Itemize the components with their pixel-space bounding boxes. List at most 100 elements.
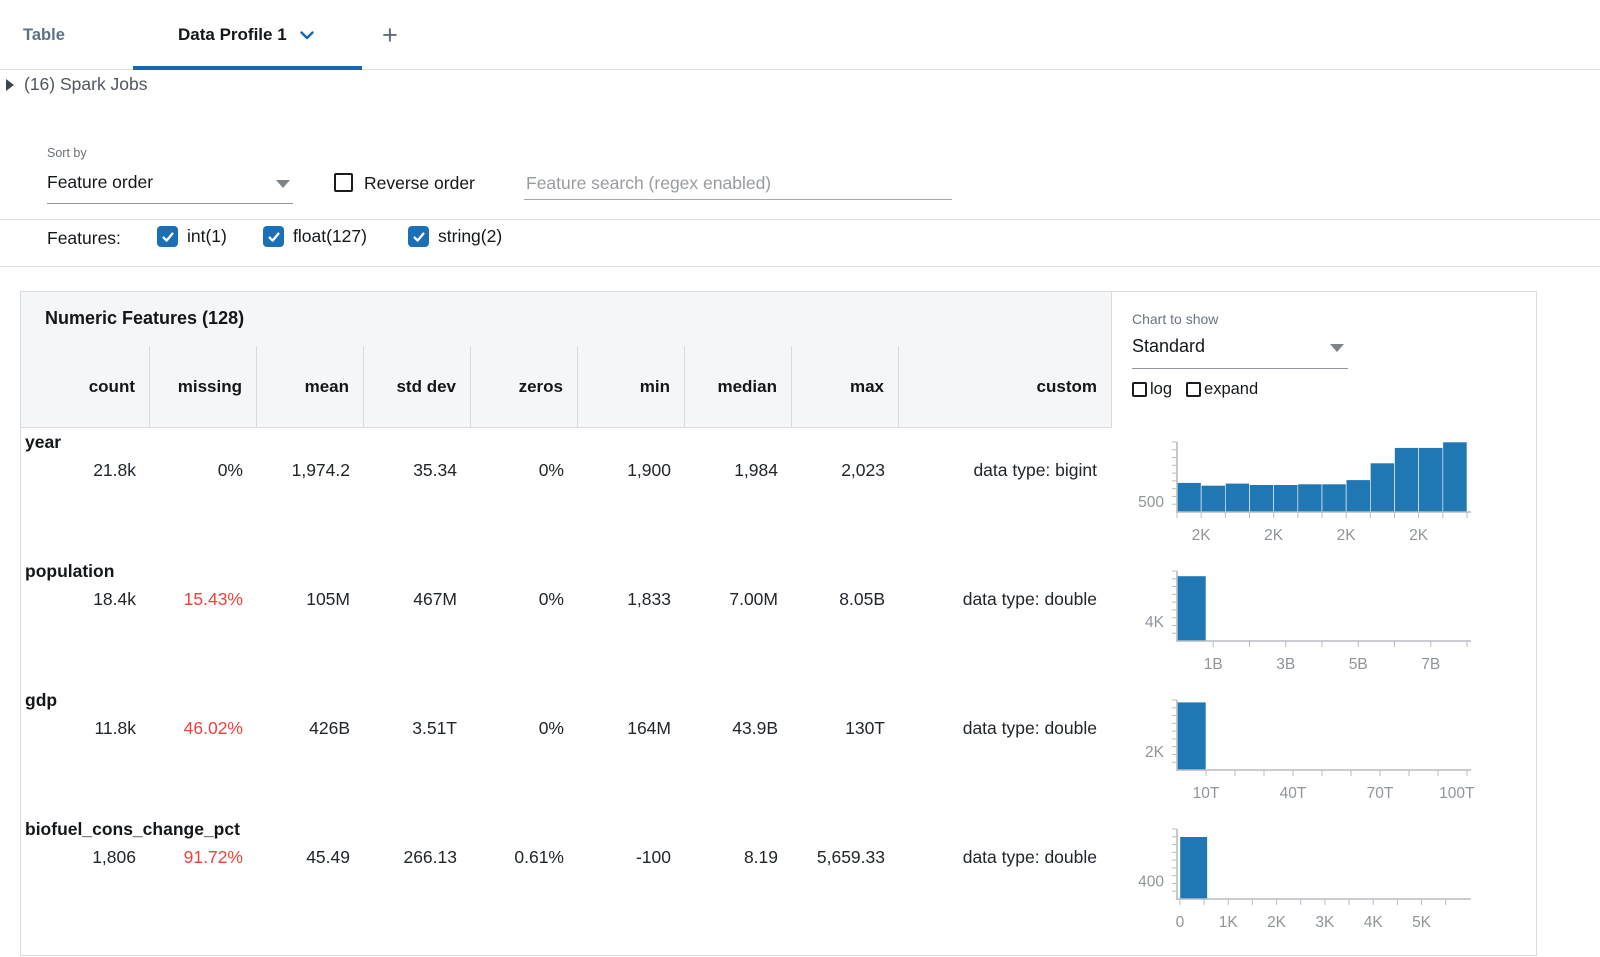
- stat-max: 2,023: [792, 460, 899, 481]
- stat-mean: 105M: [257, 589, 364, 610]
- stat-count: 11.8k: [21, 718, 150, 739]
- dropdown-caret-icon: [276, 180, 290, 188]
- histogram-biofuel_cons_change_pct: 40001K2K3K4K5K: [1112, 819, 1492, 937]
- dropdown-caret-icon: [1330, 344, 1344, 352]
- disclosure-triangle-icon: [6, 79, 14, 91]
- stat-count: 18.4k: [21, 589, 150, 610]
- tab-table[interactable]: Table: [23, 0, 65, 70]
- checked-checkbox[interactable]: [263, 226, 284, 247]
- feature-search-input[interactable]: [524, 168, 952, 200]
- expand-checkbox[interactable]: [1186, 382, 1201, 397]
- histogram-bar: [1419, 448, 1443, 512]
- x-axis-label: 40T: [1280, 785, 1307, 802]
- stat-count: 1,806: [21, 847, 150, 868]
- feature-rows: year21.8k0%1,974.235.340%1,9001,9842,023…: [21, 428, 1536, 944]
- panel-title: Numeric Features (128): [45, 308, 244, 329]
- chart-type-select[interactable]: Standard: [1132, 336, 1205, 357]
- stat-zeros: 0%: [471, 589, 578, 610]
- stat-mean: 1,974.2: [257, 460, 364, 481]
- sort-by-label: Sort by: [47, 146, 87, 160]
- log-checkbox[interactable]: [1132, 382, 1147, 397]
- stat-median: 8.19: [685, 847, 792, 868]
- stat-min: -100: [578, 847, 685, 868]
- spark-jobs-label: (16) Spark Jobs: [24, 74, 148, 95]
- stat-zeros: 0.61%: [471, 847, 578, 868]
- stat-std_dev: 3.51T: [364, 718, 471, 739]
- chevron-down-icon: [300, 31, 314, 40]
- feature-name: population: [25, 561, 114, 582]
- divider: [0, 266, 1600, 267]
- feature-histogram: 2K10T40T70T100T: [1112, 690, 1532, 812]
- histogram-gdp: 2K10T40T70T100T: [1112, 690, 1492, 808]
- add-tab-button[interactable]: +: [382, 0, 398, 70]
- log-label: log: [1150, 380, 1172, 399]
- y-axis-label: 4K: [1145, 614, 1165, 631]
- expand-label: expand: [1204, 380, 1258, 399]
- numeric-features-panel: Numeric Features (128) countmissingmeans…: [20, 291, 1537, 956]
- x-axis-label: 1K: [1219, 914, 1239, 931]
- reverse-order-checkbox[interactable]: [334, 173, 353, 192]
- feature-type-filter-string-2[interactable]: string(2): [408, 226, 502, 247]
- x-axis-label: 2K: [1267, 914, 1287, 931]
- stat-min: 164M: [578, 718, 685, 739]
- expand-checkbox-item[interactable]: expand: [1186, 380, 1258, 399]
- histogram-bar: [1225, 483, 1249, 512]
- stat-custom: data type: double: [899, 589, 1111, 610]
- table-header: Numeric Features (128) countmissingmeans…: [21, 292, 1111, 428]
- stat-std_dev: 266.13: [364, 847, 471, 868]
- column-header-custom: custom: [899, 346, 1111, 428]
- feature-type-filter-float-127[interactable]: float(127): [263, 226, 367, 247]
- column-header-zeros: zeros: [471, 346, 578, 428]
- reverse-order-label: Reverse order: [364, 173, 475, 194]
- x-axis-label: 2K: [1409, 527, 1429, 544]
- y-axis-label: 2K: [1145, 744, 1165, 761]
- stat-missing: 0%: [150, 460, 257, 481]
- column-header-mean: mean: [257, 346, 364, 428]
- histogram-bar: [1370, 463, 1394, 512]
- feature-row-population: population18.4k15.43%105M467M0%1,8337.00…: [21, 557, 1536, 686]
- stat-zeros: 0%: [471, 460, 578, 481]
- stat-mean: 45.49: [257, 847, 364, 868]
- x-axis-label: 2K: [1192, 527, 1212, 544]
- sort-by-underline: [47, 203, 293, 204]
- feature-name: gdp: [25, 690, 57, 711]
- checkmark-icon: [412, 230, 426, 244]
- log-checkbox-item[interactable]: log: [1132, 380, 1172, 399]
- stat-max: 8.05B: [792, 589, 899, 610]
- chart-to-show-label: Chart to show: [1132, 311, 1218, 327]
- tab-data-profile[interactable]: Data Profile 1: [178, 0, 314, 70]
- column-header-median: median: [685, 346, 792, 428]
- tab-data-profile-label: Data Profile 1: [178, 25, 287, 45]
- stat-custom: data type: bigint: [899, 460, 1111, 481]
- x-axis-label: 100T: [1439, 785, 1475, 802]
- stat-median: 7.00M: [685, 589, 792, 610]
- sort-by-select[interactable]: Feature order: [47, 172, 153, 193]
- x-axis-label: 1B: [1204, 656, 1223, 673]
- feature-type-label: string(2): [438, 226, 502, 247]
- stat-min: 1,900: [578, 460, 685, 481]
- histogram-bar: [1395, 448, 1419, 512]
- stat-count: 21.8k: [21, 460, 150, 481]
- feature-histogram: 4K1B3B5B7B: [1112, 561, 1532, 683]
- chart-type-underline: [1132, 368, 1348, 369]
- stat-mean: 426B: [257, 718, 364, 739]
- feature-type-filter-int-1[interactable]: int(1): [157, 226, 227, 247]
- feature-type-label: float(127): [293, 226, 367, 247]
- stat-min: 1,833: [578, 589, 685, 610]
- checked-checkbox[interactable]: [157, 226, 178, 247]
- feature-row-biofuel_cons_change_pct: biofuel_cons_change_pct1,80691.72%45.492…: [21, 815, 1536, 944]
- x-axis-label: 4K: [1364, 914, 1384, 931]
- stat-custom: data type: double: [899, 847, 1111, 868]
- histogram-bar: [1443, 442, 1467, 512]
- column-headers: countmissingmeanstd devzerosminmedianmax…: [21, 346, 1111, 428]
- active-tab-indicator: [133, 66, 362, 70]
- spark-jobs-toggle[interactable]: (16) Spark Jobs: [6, 74, 148, 95]
- column-header-min: min: [578, 346, 685, 428]
- histogram-bar: [1180, 837, 1208, 899]
- chart-controls: Chart to show Standard log expand: [1111, 292, 1536, 428]
- stat-std_dev: 35.34: [364, 460, 471, 481]
- stat-zeros: 0%: [471, 718, 578, 739]
- stat-std_dev: 467M: [364, 589, 471, 610]
- feature-name: year: [25, 432, 61, 453]
- checked-checkbox[interactable]: [408, 226, 429, 247]
